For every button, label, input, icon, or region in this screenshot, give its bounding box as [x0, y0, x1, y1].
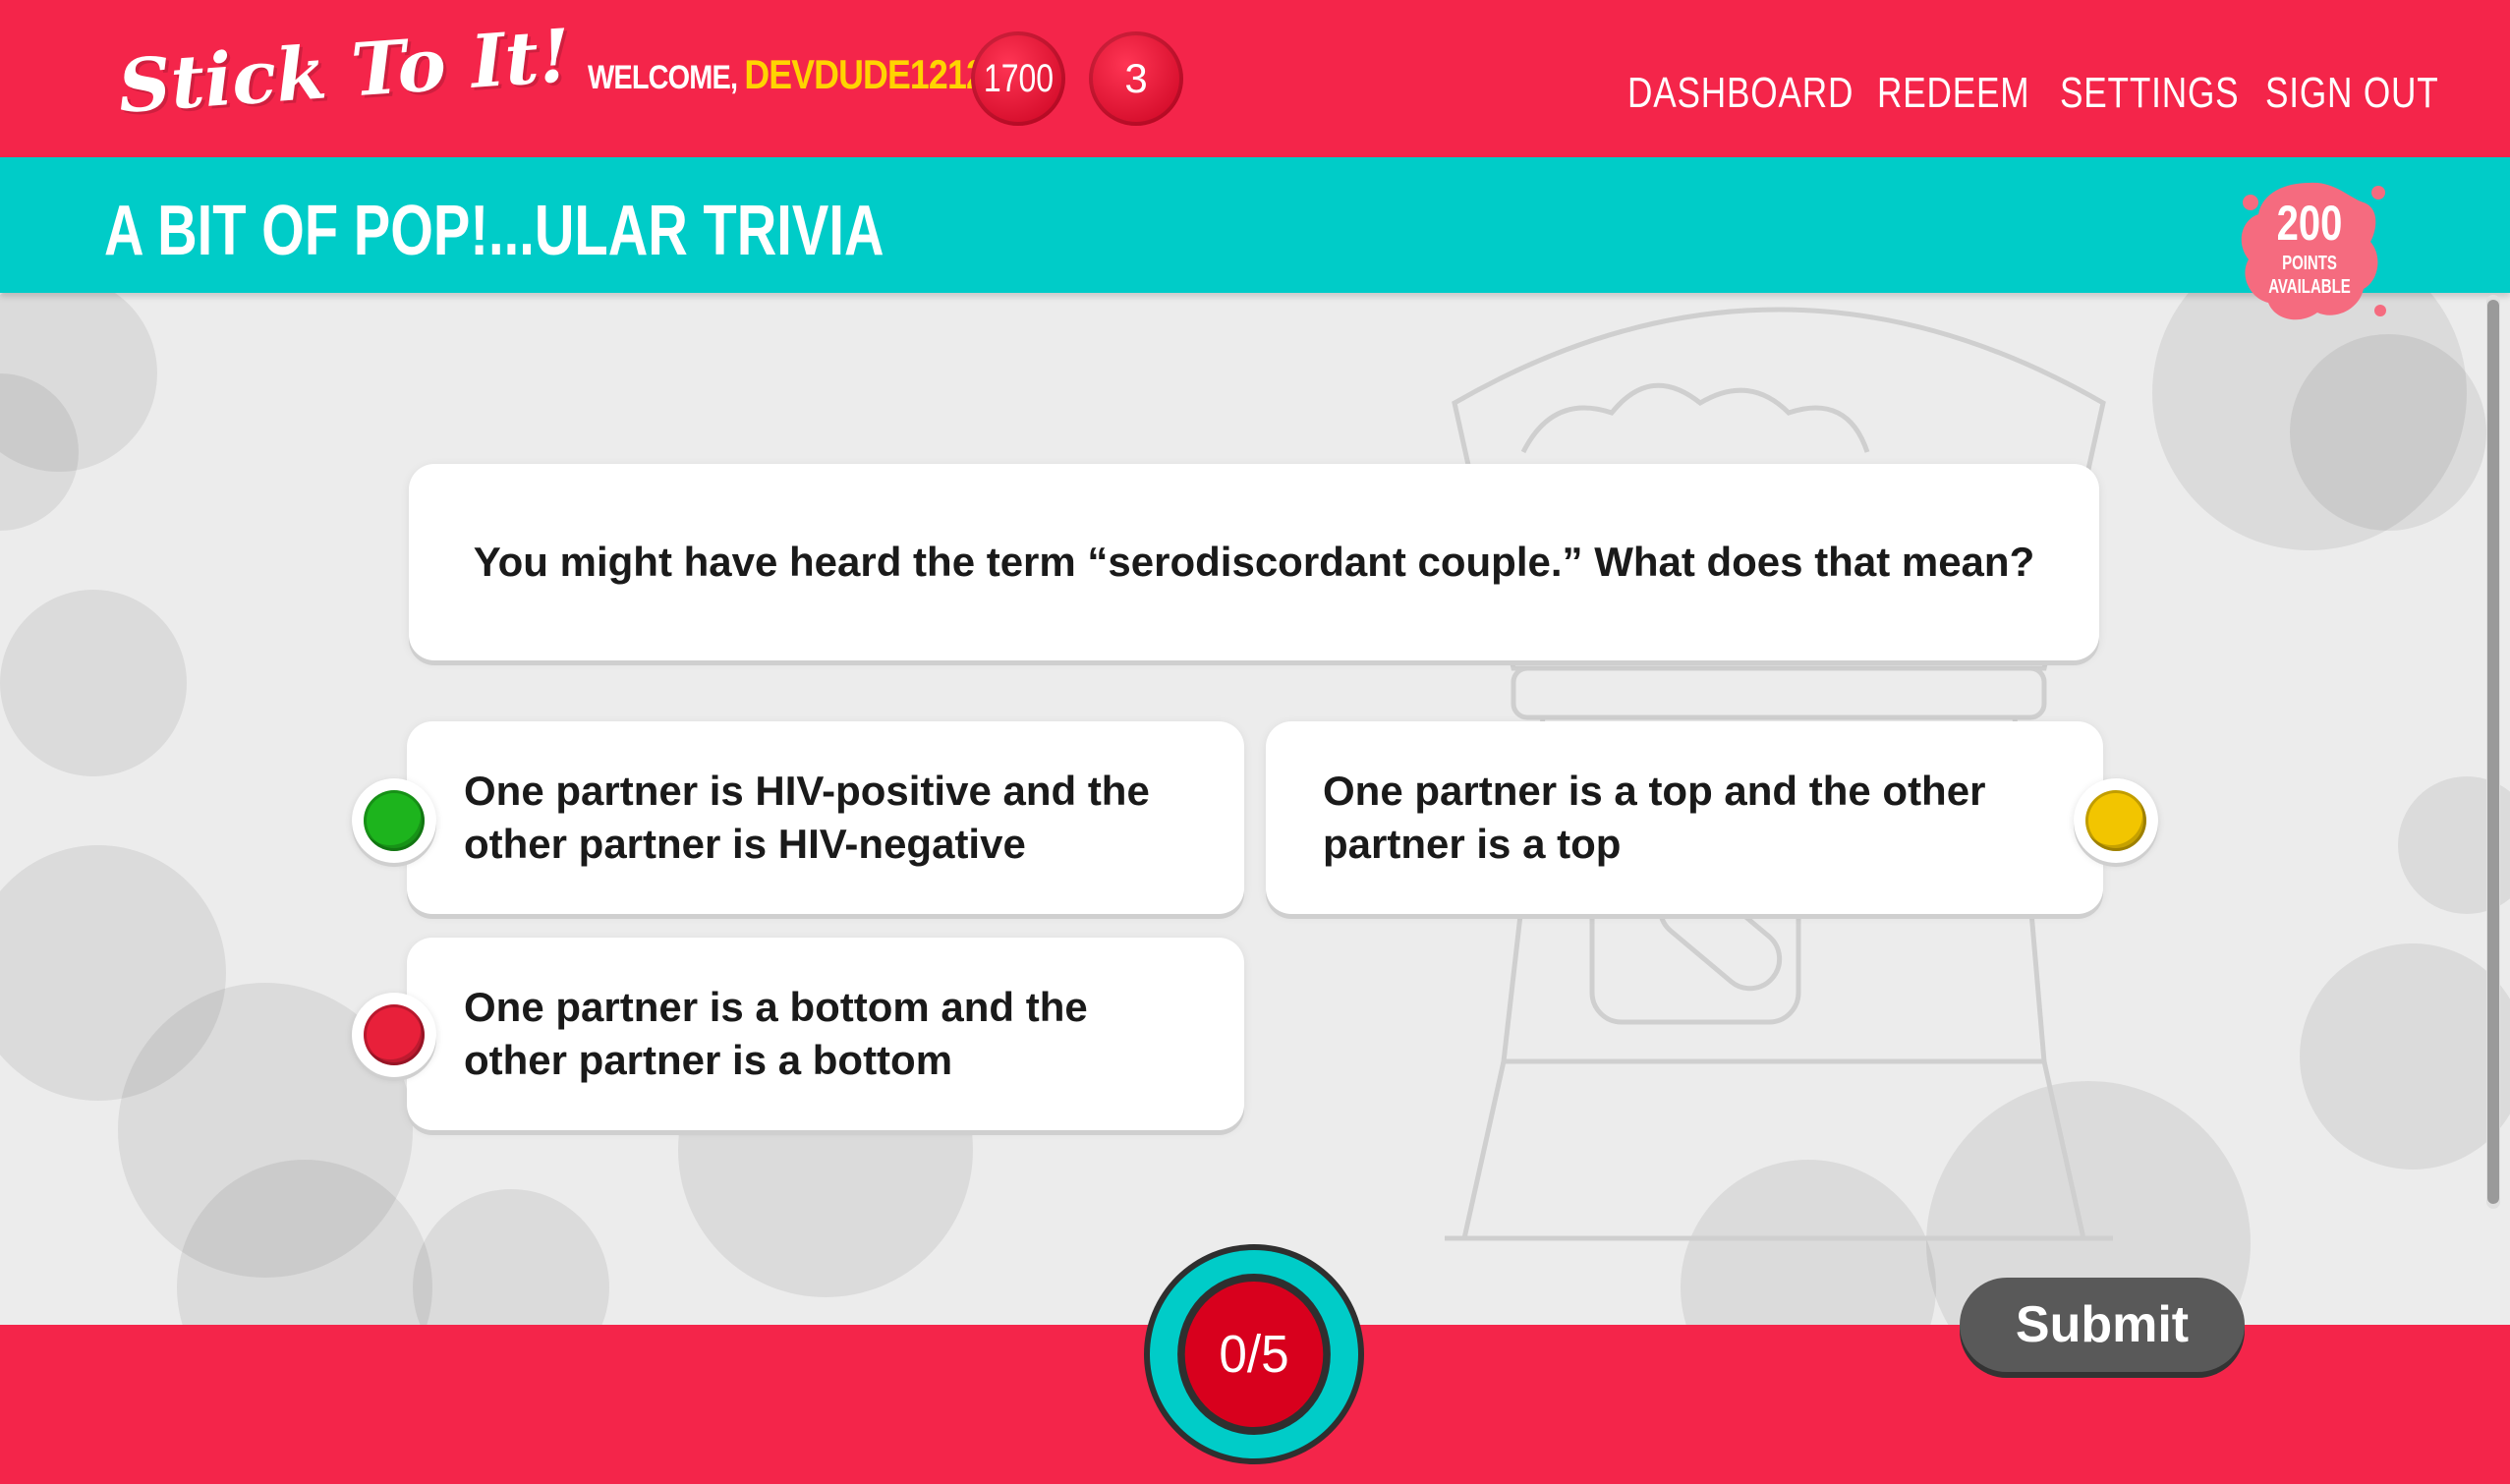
nav-sign-out[interactable]: SIGN OUT — [2265, 69, 2439, 118]
username: DEVDUDE1212 — [744, 51, 985, 97]
nav-dashboard[interactable]: DASHBOARD — [1627, 69, 1854, 118]
answer-option-3[interactable]: One partner is a bottom and the other pa… — [407, 938, 1244, 1130]
points-label-line2: AVAILABLE — [2268, 276, 2351, 298]
counter-bubble-icon: 3 — [1089, 31, 1183, 126]
points-coin-icon: 1700 — [971, 31, 1065, 126]
progress-counter: 0/5 — [1184, 1282, 1324, 1427]
question-text: You might have heard the term “serodisco… — [473, 539, 2035, 585]
nav-settings[interactable]: SETTINGS — [2060, 69, 2239, 118]
answer-text: One partner is a bottom and the other pa… — [464, 984, 1088, 1083]
nav-redeem[interactable]: REDEEM — [1877, 69, 2029, 118]
counter-value: 3 — [1124, 55, 1148, 101]
question-card: You might have heard the term “serodisco… — [409, 464, 2099, 660]
yellow-dot-icon — [2085, 790, 2146, 851]
answer-option-1[interactable]: One partner is HIV-positive and the othe… — [407, 721, 1244, 914]
welcome-prefix: WELCOME, — [588, 59, 745, 96]
submit-button[interactable]: Submit — [1960, 1278, 2245, 1372]
answer-marker-yellow[interactable] — [2074, 778, 2158, 863]
page-title: A BIT OF POP!...ULAR TRIVIA — [104, 192, 884, 270]
green-dot-icon — [364, 790, 425, 851]
answer-option-2[interactable]: One partner is a top and the other partn… — [1266, 721, 2103, 914]
answer-marker-red[interactable] — [352, 993, 436, 1077]
answer-text: One partner is a top and the other partn… — [1323, 768, 1986, 867]
red-dot-icon — [364, 1004, 425, 1065]
welcome-message: WELCOME, DEVDUDE1212! — [588, 51, 995, 98]
points-balance: 1700 — [983, 56, 1054, 100]
points-label-line1: POINTS — [2282, 253, 2337, 274]
answer-marker-green[interactable] — [352, 778, 436, 863]
points-available-label: POINTS AVAILABLE — [2251, 252, 2368, 299]
answer-text: One partner is HIV-positive and the othe… — [464, 768, 1150, 867]
points-available-value: 200 — [2276, 196, 2343, 251]
scrollbar-thumb[interactable] — [2487, 300, 2499, 1204]
